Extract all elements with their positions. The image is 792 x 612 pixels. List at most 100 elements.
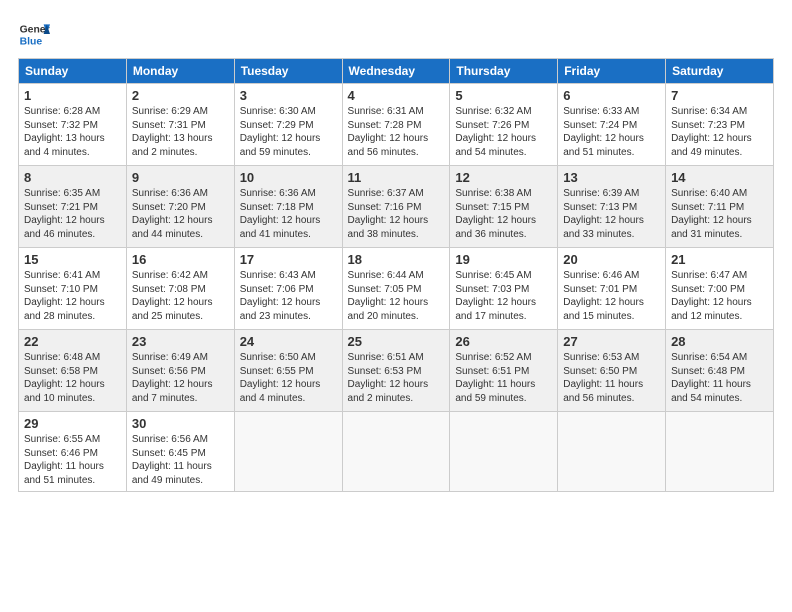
calendar-cell — [234, 412, 342, 492]
day-info: Sunrise: 6:28 AM Sunset: 7:32 PM Dayligh… — [24, 105, 121, 159]
calendar-cell: 22Sunrise: 6:48 AM Sunset: 6:58 PM Dayli… — [19, 330, 127, 412]
day-info: Sunrise: 6:36 AM Sunset: 7:18 PM Dayligh… — [240, 187, 337, 241]
weekday-header-row: SundayMondayTuesdayWednesdayThursdayFrid… — [19, 59, 774, 84]
day-number: 2 — [132, 88, 229, 103]
calendar-cell: 9Sunrise: 6:36 AM Sunset: 7:20 PM Daylig… — [126, 166, 234, 248]
day-number: 1 — [24, 88, 121, 103]
day-info: Sunrise: 6:50 AM Sunset: 6:55 PM Dayligh… — [240, 351, 337, 405]
day-number: 16 — [132, 252, 229, 267]
day-number: 25 — [348, 334, 445, 349]
day-number: 26 — [455, 334, 552, 349]
week-row-4: 22Sunrise: 6:48 AM Sunset: 6:58 PM Dayli… — [19, 330, 774, 412]
weekday-header-tuesday: Tuesday — [234, 59, 342, 84]
weekday-header-friday: Friday — [558, 59, 666, 84]
day-info: Sunrise: 6:56 AM Sunset: 6:45 PM Dayligh… — [132, 433, 229, 487]
day-info: Sunrise: 6:35 AM Sunset: 7:21 PM Dayligh… — [24, 187, 121, 241]
calendar-cell: 8 Sunrise: 6:35 AM Sunset: 7:21 PM Daylig… — [19, 166, 127, 248]
day-number: 6 — [563, 88, 660, 103]
calendar-cell: 16 Sunrise: 6:42 AM Sunset: 7:08 PM Dayli… — [126, 248, 234, 330]
calendar-cell: 12 Sunrise: 6:38 AM Sunset: 7:15 PM Dayli… — [450, 166, 558, 248]
day-number: 18 — [348, 252, 445, 267]
day-info: Sunrise: 6:46 AM Sunset: 7:01 PM Dayligh… — [563, 269, 660, 323]
calendar-cell: 29 Sunrise: 6:55 AM Sunset: 6:46 PM Dayli… — [19, 412, 127, 492]
calendar-cell: 28Sunrise: 6:54 AM Sunset: 6:48 PM Dayli… — [666, 330, 774, 412]
day-number: 12 — [455, 170, 552, 185]
day-info: Sunrise: 6:49 AM Sunset: 6:56 PM Dayligh… — [132, 351, 229, 405]
day-info: Sunrise: 6:41 AM Sunset: 7:10 PM Dayligh… — [24, 269, 121, 323]
week-row-2: 8 Sunrise: 6:35 AM Sunset: 7:21 PM Daylig… — [19, 166, 774, 248]
logo: General Blue — [18, 18, 54, 50]
week-row-1: 1 Sunrise: 6:28 AM Sunset: 7:32 PM Daylig… — [19, 84, 774, 166]
day-info: Sunrise: 6:40 AM Sunset: 7:11 PM Dayligh… — [671, 187, 768, 241]
day-number: 8 — [24, 170, 121, 185]
calendar-cell: 1 Sunrise: 6:28 AM Sunset: 7:32 PM Daylig… — [19, 84, 127, 166]
calendar-cell: 18 Sunrise: 6:44 AM Sunset: 7:05 PM Dayli… — [342, 248, 450, 330]
day-number: 19 — [455, 252, 552, 267]
weekday-header-wednesday: Wednesday — [342, 59, 450, 84]
day-info: Sunrise: 6:33 AM Sunset: 7:24 PM Dayligh… — [563, 105, 660, 159]
day-number: 13 — [563, 170, 660, 185]
day-number: 23 — [132, 334, 229, 349]
calendar-cell: 17Sunrise: 6:43 AM Sunset: 7:06 PM Dayli… — [234, 248, 342, 330]
day-info: Sunrise: 6:30 AM Sunset: 7:29 PM Dayligh… — [240, 105, 337, 159]
day-info: Sunrise: 6:29 AM Sunset: 7:31 PM Dayligh… — [132, 105, 229, 159]
weekday-header-sunday: Sunday — [19, 59, 127, 84]
calendar-cell: 7Sunrise: 6:34 AM Sunset: 7:23 PM Daylig… — [666, 84, 774, 166]
calendar-cell: 14Sunrise: 6:40 AM Sunset: 7:11 PM Dayli… — [666, 166, 774, 248]
day-number: 5 — [455, 88, 552, 103]
logo-icon: General Blue — [18, 18, 50, 50]
calendar-cell: 4Sunrise: 6:31 AM Sunset: 7:28 PM Daylig… — [342, 84, 450, 166]
calendar-cell: 15 Sunrise: 6:41 AM Sunset: 7:10 PM Dayli… — [19, 248, 127, 330]
day-info: Sunrise: 6:47 AM Sunset: 7:00 PM Dayligh… — [671, 269, 768, 323]
day-info: Sunrise: 6:31 AM Sunset: 7:28 PM Dayligh… — [348, 105, 445, 159]
calendar-cell: 23 Sunrise: 6:49 AM Sunset: 6:56 PM Dayli… — [126, 330, 234, 412]
day-info: Sunrise: 6:54 AM Sunset: 6:48 PM Dayligh… — [671, 351, 768, 405]
day-info: Sunrise: 6:53 AM Sunset: 6:50 PM Dayligh… — [563, 351, 660, 405]
day-info: Sunrise: 6:38 AM Sunset: 7:15 PM Dayligh… — [455, 187, 552, 241]
calendar-cell: 24 Sunrise: 6:50 AM Sunset: 6:55 PM Dayli… — [234, 330, 342, 412]
day-info: Sunrise: 6:32 AM Sunset: 7:26 PM Dayligh… — [455, 105, 552, 159]
svg-text:Blue: Blue — [20, 36, 43, 47]
day-info: Sunrise: 6:36 AM Sunset: 7:20 PM Dayligh… — [132, 187, 229, 241]
calendar-cell — [450, 412, 558, 492]
calendar-table: SundayMondayTuesdayWednesdayThursdayFrid… — [18, 58, 774, 492]
calendar-cell: 26 Sunrise: 6:52 AM Sunset: 6:51 PM Dayli… — [450, 330, 558, 412]
day-info: Sunrise: 6:34 AM Sunset: 7:23 PM Dayligh… — [671, 105, 768, 159]
day-number: 24 — [240, 334, 337, 349]
day-number: 21 — [671, 252, 768, 267]
calendar-cell: 11Sunrise: 6:37 AM Sunset: 7:16 PM Dayli… — [342, 166, 450, 248]
day-number: 11 — [348, 170, 445, 185]
calendar-cell: 30 Sunrise: 6:56 AM Sunset: 6:45 PM Dayli… — [126, 412, 234, 492]
day-number: 15 — [24, 252, 121, 267]
day-number: 29 — [24, 416, 121, 431]
week-row-5: 29 Sunrise: 6:55 AM Sunset: 6:46 PM Dayli… — [19, 412, 774, 492]
calendar-cell: 27Sunrise: 6:53 AM Sunset: 6:50 PM Dayli… — [558, 330, 666, 412]
day-number: 3 — [240, 88, 337, 103]
day-info: Sunrise: 6:52 AM Sunset: 6:51 PM Dayligh… — [455, 351, 552, 405]
calendar-cell: 21 Sunrise: 6:47 AM Sunset: 7:00 PM Dayli… — [666, 248, 774, 330]
calendar-cell: 2 Sunrise: 6:29 AM Sunset: 7:31 PM Daylig… — [126, 84, 234, 166]
calendar-cell: 13 Sunrise: 6:39 AM Sunset: 7:13 PM Dayli… — [558, 166, 666, 248]
day-info: Sunrise: 6:55 AM Sunset: 6:46 PM Dayligh… — [24, 433, 121, 487]
day-number: 20 — [563, 252, 660, 267]
calendar-cell: 25 Sunrise: 6:51 AM Sunset: 6:53 PM Dayli… — [342, 330, 450, 412]
weekday-header-saturday: Saturday — [666, 59, 774, 84]
day-info: Sunrise: 6:51 AM Sunset: 6:53 PM Dayligh… — [348, 351, 445, 405]
day-number: 30 — [132, 416, 229, 431]
day-info: Sunrise: 6:45 AM Sunset: 7:03 PM Dayligh… — [455, 269, 552, 323]
calendar-cell — [558, 412, 666, 492]
day-number: 10 — [240, 170, 337, 185]
calendar-cell: 10 Sunrise: 6:36 AM Sunset: 7:18 PM Dayli… — [234, 166, 342, 248]
calendar-cell — [342, 412, 450, 492]
weekday-header-thursday: Thursday — [450, 59, 558, 84]
calendar-cell: 3 Sunrise: 6:30 AM Sunset: 7:29 PM Daylig… — [234, 84, 342, 166]
calendar-cell — [666, 412, 774, 492]
calendar-cell: 20 Sunrise: 6:46 AM Sunset: 7:01 PM Dayli… — [558, 248, 666, 330]
day-info: Sunrise: 6:43 AM Sunset: 7:06 PM Dayligh… — [240, 269, 337, 323]
day-info: Sunrise: 6:44 AM Sunset: 7:05 PM Dayligh… — [348, 269, 445, 323]
calendar-cell: 5 Sunrise: 6:32 AM Sunset: 7:26 PM Daylig… — [450, 84, 558, 166]
day-info: Sunrise: 6:39 AM Sunset: 7:13 PM Dayligh… — [563, 187, 660, 241]
weekday-header-monday: Monday — [126, 59, 234, 84]
day-info: Sunrise: 6:42 AM Sunset: 7:08 PM Dayligh… — [132, 269, 229, 323]
calendar-cell: 6 Sunrise: 6:33 AM Sunset: 7:24 PM Daylig… — [558, 84, 666, 166]
